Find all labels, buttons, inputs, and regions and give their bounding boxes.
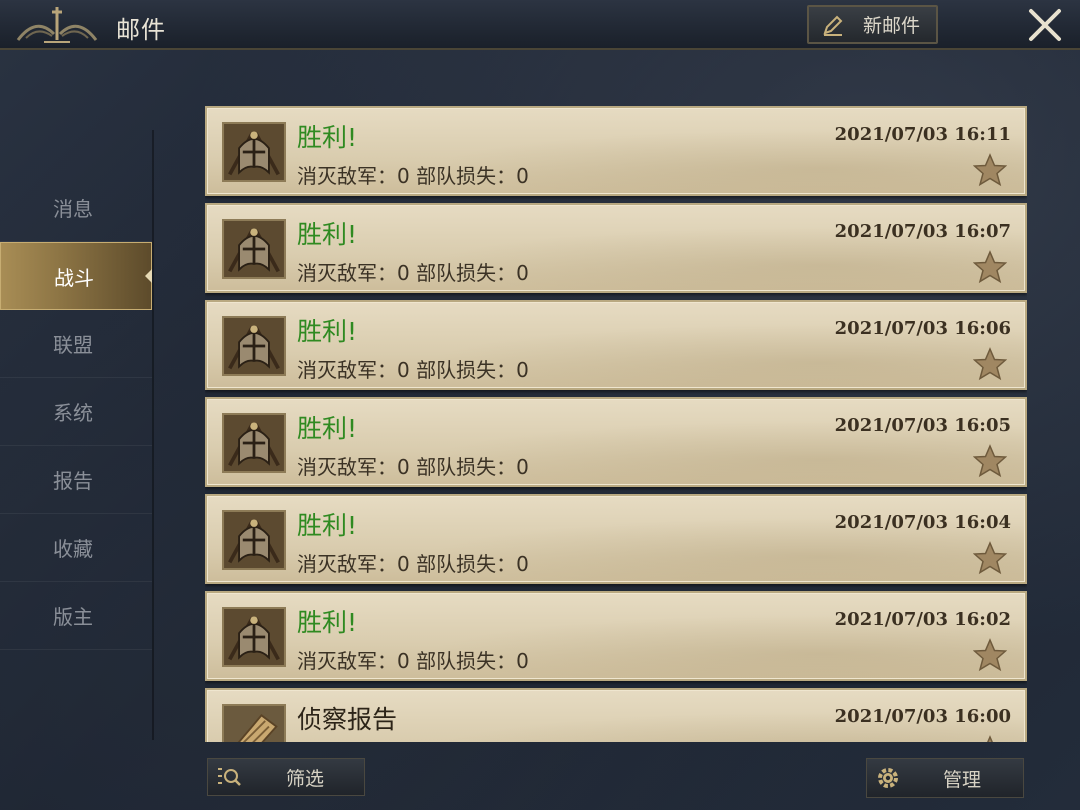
mail-time: 2021/07/03 16:05: [834, 415, 1011, 436]
mail-time: 2021/07/03 16:11: [834, 124, 1011, 145]
manage-label: 管理: [943, 768, 982, 791]
star-icon[interactable]: [973, 444, 1007, 478]
star-icon[interactable]: [973, 638, 1007, 672]
sidebar-item-alliance[interactable]: 联盟: [0, 310, 152, 378]
mail-time: 2021/07/03 16:00: [834, 706, 1011, 727]
sidebar-item-label: 系统: [53, 401, 93, 425]
sidebar-item-favorites[interactable]: 收藏: [0, 514, 152, 582]
filter-button[interactable]: 筛选: [207, 758, 365, 796]
mail-item[interactable]: 胜利! 消灭敌军：0 部队损失：0 2021/07/03 16:07: [205, 203, 1027, 293]
filter-icon: [218, 768, 241, 786]
mail-detail: 消灭敌军：0 部队损失：0: [297, 164, 529, 188]
star-icon[interactable]: [973, 153, 1007, 187]
sidebar: 消息 战斗 联盟 系统 报告 收藏 版主: [0, 174, 154, 650]
helmet-icon: [222, 316, 286, 376]
star-icon[interactable]: [973, 347, 1007, 381]
helmet-icon: [222, 510, 286, 570]
mail-time: 2021/07/03 16:07: [834, 221, 1011, 242]
mail-headline: 胜利!: [297, 317, 358, 346]
new-mail-button[interactable]: 新邮件: [807, 5, 938, 44]
gear-icon: [878, 768, 898, 788]
mail-headline: 侦察报告: [297, 705, 398, 734]
mail-item[interactable]: 胜利! 消灭敌军：0 部队损失：0 2021/07/03 16:11: [205, 106, 1027, 196]
helmet-icon: [222, 413, 286, 473]
star-icon[interactable]: [973, 541, 1007, 575]
mail-headline: 胜利!: [297, 511, 358, 540]
helmet-icon: [222, 219, 286, 279]
pencil-icon: [823, 15, 843, 36]
sidebar-item-label: 消息: [53, 197, 93, 221]
page-title: 邮件: [116, 16, 166, 44]
mail-item[interactable]: 侦察报告 2021/07/03 16:00: [205, 688, 1027, 742]
mail-time: 2021/07/03 16:02: [834, 609, 1011, 630]
mail-time: 2021/07/03 16:06: [834, 318, 1011, 339]
mail-headline: 胜利!: [297, 414, 358, 443]
mail-detail: 消灭敌军：0 部队损失：0: [297, 552, 529, 576]
sidebar-item-label: 联盟: [53, 333, 93, 357]
scroll-icon: [222, 704, 286, 742]
mail-time: 2021/07/03 16:04: [834, 512, 1011, 533]
mail-headline: 胜利!: [297, 608, 358, 637]
mail-detail: 消灭敌军：0 部队损失：0: [297, 649, 529, 673]
mail-item[interactable]: 胜利! 消灭敌军：0 部队损失：0 2021/07/03 16:06: [205, 300, 1027, 390]
mail-item[interactable]: 胜利! 消灭敌军：0 部队损失：0 2021/07/03 16:04: [205, 494, 1027, 584]
top-bar: 邮件 新邮件: [0, 0, 1080, 50]
helmet-icon: [222, 607, 286, 667]
crest-icon: [16, 7, 98, 43]
mail-detail: 消灭敌军：0 部队损失：0: [297, 455, 529, 479]
mail-item[interactable]: 胜利! 消灭敌军：0 部队损失：0 2021/07/03 16:05: [205, 397, 1027, 487]
new-mail-label: 新邮件: [863, 15, 921, 37]
star-icon[interactable]: [973, 250, 1007, 284]
sidebar-item-report[interactable]: 报告: [0, 446, 152, 514]
manage-button[interactable]: 管理: [866, 758, 1024, 798]
helmet-icon: [222, 122, 286, 182]
sidebar-item-label: 收藏: [53, 537, 93, 561]
sidebar-item-moderator[interactable]: 版主: [0, 582, 152, 650]
mail-item[interactable]: 胜利! 消灭敌军：0 部队损失：0 2021/07/03 16:02: [205, 591, 1027, 681]
star-icon[interactable]: [973, 735, 1007, 742]
close-icon[interactable]: [1026, 6, 1064, 44]
filter-label: 筛选: [286, 767, 325, 790]
mail-headline: 胜利!: [297, 123, 358, 152]
mail-headline: 胜利!: [297, 220, 358, 249]
mail-detail: 消灭敌军：0 部队损失：0: [297, 261, 529, 285]
sidebar-item-system[interactable]: 系统: [0, 378, 152, 446]
sidebar-item-label: 战斗: [54, 265, 94, 290]
mail-detail: 消灭敌军：0 部队损失：0: [297, 358, 529, 382]
sidebar-item-label: 报告: [53, 469, 93, 493]
active-caret: [145, 269, 152, 283]
sidebar-item-battle[interactable]: 战斗: [0, 242, 152, 310]
sidebar-item-messages[interactable]: 消息: [0, 174, 152, 242]
sidebar-item-label: 版主: [53, 605, 93, 629]
mail-list[interactable]: 胜利! 消灭敌军：0 部队损失：0 2021/07/03 16:11 胜利! 消…: [205, 106, 1027, 742]
sidebar-divider: [152, 130, 154, 740]
